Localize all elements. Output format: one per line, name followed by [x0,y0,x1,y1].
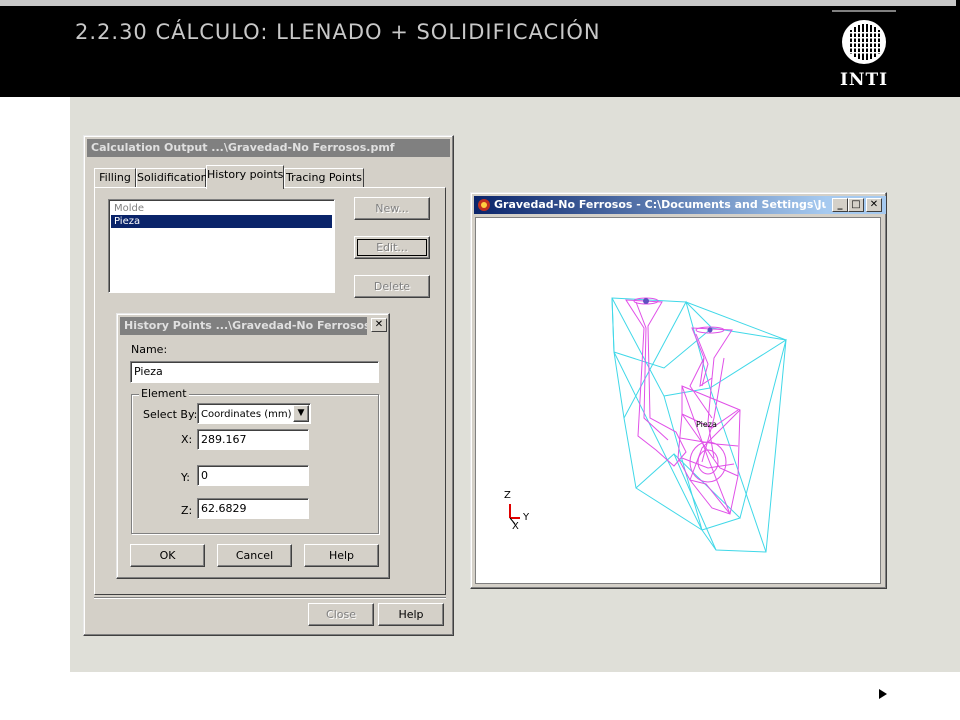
viewer-titlebar[interactable]: Gravedad-No Ferrosos - C:\Documents and … [474,196,826,214]
edit-button[interactable]: Edit... [354,236,430,259]
calc-window-titlebar[interactable]: Calculation Output ...\Gravedad-No Ferro… [87,139,450,157]
x-coordinate-field[interactable]: 289.167 [197,429,309,450]
tab-solidification[interactable]: Solidification [136,168,208,188]
list-item[interactable]: Molde [111,202,332,215]
z-label: Z: [181,504,193,517]
y-label: Y: [181,471,190,484]
z-coordinate-field[interactable]: 62.6829 [197,498,309,519]
app-icon [478,199,490,211]
next-slide-icon[interactable] [879,689,887,699]
delete-button[interactable]: Delete [354,275,430,298]
viewer-window: Gravedad-No Ferrosos - C:\Documents and … [470,192,887,589]
mold-edge [611,297,703,531]
inti-logo: INTI [832,10,896,90]
header-top-line [0,0,956,6]
list-item[interactable]: Pieza [111,215,332,228]
mesh-render [509,297,787,553]
mold-edge [613,327,713,369]
help-button[interactable]: Help [304,544,379,567]
help-button[interactable]: Help [378,603,444,626]
name-label: Name: [131,343,168,356]
casting-hub [689,441,727,483]
logo-text: INTI [839,70,889,90]
history-points-list[interactable]: Molde Pieza [108,199,335,293]
riser-marker [707,327,713,333]
history-dialog-title: History Points ...\Gravedad-No Ferrosos.… [124,319,367,332]
mold-edge [635,453,717,551]
ok-button[interactable]: OK [130,544,205,567]
history-points-dialog: History Points ...\Gravedad-No Ferrosos.… [116,313,390,579]
name-field[interactable]: Pieza [130,361,379,383]
select-by-dropdown[interactable]: Coordinates (mm) ▼ [197,403,311,424]
element-group-label: Element [139,387,189,400]
viewport[interactable]: Z Y X Pieza [475,217,881,584]
history-dialog-titlebar[interactable]: History Points ...\Gravedad-No Ferrosos.… [120,317,367,335]
viewer-title: Gravedad-No Ferrosos - C:\Documents and … [494,198,826,211]
maximize-icon[interactable]: □ [848,198,864,212]
axis-z-label: Z [504,490,511,501]
minimize-icon[interactable]: _ [832,198,848,212]
axis-x-label: X [512,521,519,532]
select-by-value: Coordinates (mm) [201,409,292,420]
y-coordinate-field[interactable]: 0 [197,465,309,486]
mold-edge [611,297,703,531]
casting-hub-inner [697,449,719,475]
tab-filling[interactable]: Filling [94,168,136,188]
riser [691,327,733,388]
x-label: X: [181,433,193,446]
new-button[interactable]: New... [354,197,430,220]
slide-header: 2.2.30 CÁLCULO: LLENADO + SOLIDIFICACIÓN [0,0,960,97]
axis-y-label: Y [523,512,530,523]
select-by-label: Select By: [143,408,198,421]
slide-title: 2.2.30 CÁLCULO: LLENADO + SOLIDIFICACIÓN [75,20,601,44]
tab-tracing-points[interactable]: Tracing Points [284,168,364,188]
cancel-button[interactable]: Cancel [217,544,292,567]
footer-divider [94,597,446,599]
part-label: Pieza [696,420,717,429]
inti-logo-icon [832,10,896,64]
close-button[interactable]: Close [308,603,374,626]
close-icon[interactable]: ✕ [371,318,387,332]
casting-edge [707,377,715,459]
tab-history-points[interactable]: History points [206,165,284,189]
close-icon[interactable]: ✕ [866,198,882,212]
pouring-cup-marker [643,298,649,304]
chevron-down-icon[interactable]: ▼ [293,405,309,422]
